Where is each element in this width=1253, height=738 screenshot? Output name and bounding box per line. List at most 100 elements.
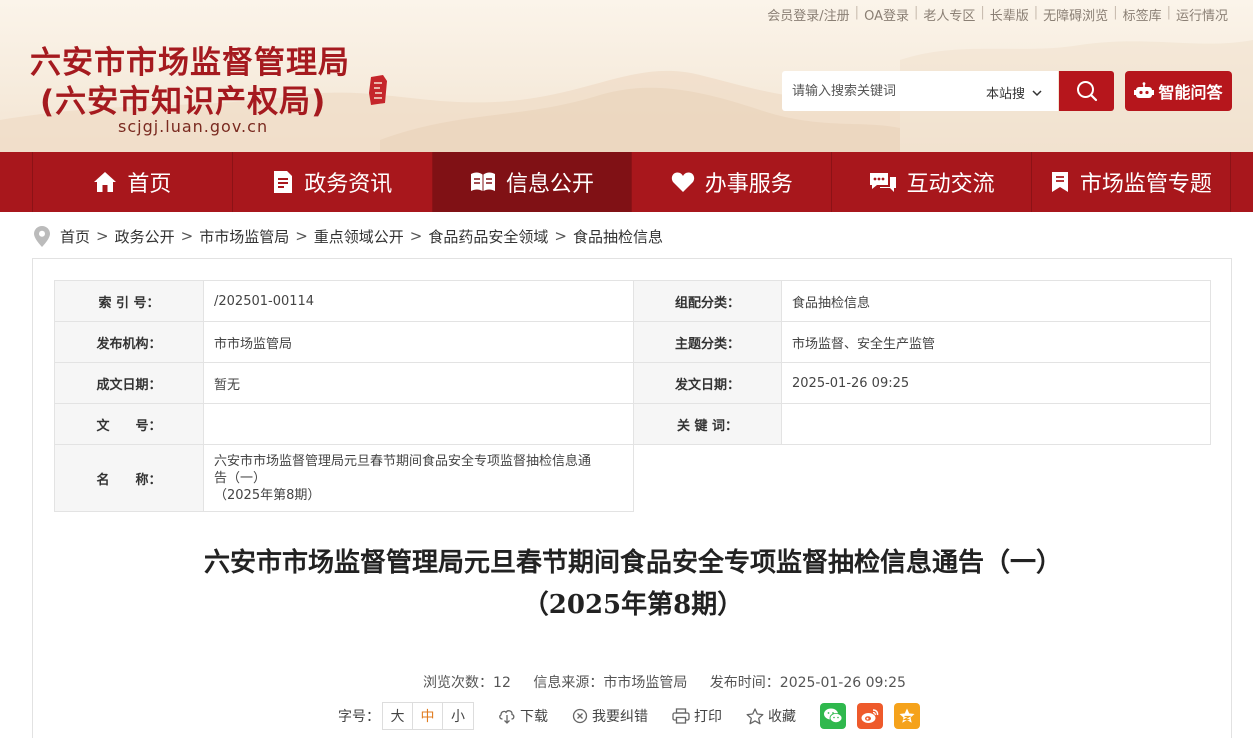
nav-item-interaction[interactable]: 互动交流 [831, 152, 1031, 212]
toplink-tags[interactable]: 标签库 [1118, 5, 1167, 24]
search-box: 本站搜 [782, 71, 1058, 111]
fontsize-group: 大 中 小 [382, 702, 474, 730]
share-buttons [820, 703, 931, 729]
main-nav: 首页 政务资讯 信息公开 办事服务 互动交流 市场监管专题 [0, 152, 1253, 212]
toplink-accessibility[interactable]: 无障碍浏览 [1038, 5, 1113, 24]
nav-label: 办事服务 [704, 172, 793, 197]
ai-qa-label: 智能问答 [1158, 83, 1223, 102]
breadcrumb-item[interactable]: 政务公开 [115, 226, 175, 247]
star-icon [746, 707, 764, 724]
breadcrumb-item[interactable]: 食品抽检信息 [573, 226, 663, 247]
nav-item-home[interactable]: 首页 [32, 152, 232, 212]
share-weibo-button[interactable] [857, 703, 883, 729]
share-qzone-button[interactable] [894, 703, 920, 729]
meta-pubdate-value: 2025-01-26 09:25 [781, 362, 1211, 404]
meta-label: 组配分类： [633, 280, 782, 322]
meta-index-value: /202501-00114 [203, 280, 634, 322]
nav-item-info-disclosure[interactable]: 信息公开 [431, 152, 632, 212]
correction-button[interactable]: 我要纠错 [572, 706, 648, 726]
breadcrumb-item[interactable]: 食品药品安全领域 [428, 226, 548, 247]
meta-docno-value [203, 403, 634, 445]
nav-label: 政务资讯 [304, 172, 393, 197]
publish-time: 发布时间：2025-01-26 09:25 [709, 675, 906, 691]
meta-date-value: 暂无 [203, 362, 634, 404]
toplink-elderly[interactable]: 老人专区 [918, 5, 980, 24]
book-icon [470, 172, 495, 191]
breadcrumb-item[interactable]: 市市场监管局 [199, 226, 289, 247]
meta-category-value: 食品抽检信息 [781, 280, 1211, 322]
meta-name-value: 六安市市场监督管理局元旦春节期间食品安全专项监督抽检信息通 告（一） （2025… [203, 444, 634, 512]
download-icon [499, 710, 515, 724]
meta-org-value: 市市场监管局 [203, 321, 634, 363]
meta-name-line: 六安市市场监督管理局元旦春节期间食品安全专项监督抽检信息通 [214, 453, 592, 469]
content-panel: 索 引 号： /202501-00114 组配分类： 食品抽检信息 发布机构： … [32, 258, 1232, 738]
favorite-button[interactable]: 收藏 [746, 706, 796, 726]
meta-label: 主题分类： [633, 321, 782, 363]
correction-label: 我要纠错 [592, 709, 648, 725]
meta-name-line: （2025年第8期） [214, 487, 321, 503]
info-source: 信息来源：市市场监管局 [533, 675, 688, 691]
article-tools: 字号： 大 中 小 下载 我要纠错 打印 收藏 [338, 702, 931, 730]
print-label: 打印 [694, 709, 722, 725]
meta-label: 发文日期： [633, 362, 782, 404]
home-icon [94, 172, 117, 192]
article-title-line: 六安市市场监督管理局元旦春节期间食品安全专项监督抽检信息通告（一） [203, 548, 1062, 578]
nav-label: 市场监管专题 [1079, 172, 1212, 197]
seal-icon [369, 75, 387, 105]
ai-qa-button[interactable]: 智能问答 [1125, 71, 1232, 111]
article-title: 六安市市场监督管理局元旦春节期间食品安全专项监督抽检信息通告（一） （2025年… [33, 542, 1233, 626]
meta-name-line: 告（一） [214, 470, 267, 486]
favorite-label: 收藏 [768, 709, 796, 725]
breadcrumb-item[interactable]: 首页 [60, 226, 90, 247]
search-icon [1076, 81, 1097, 102]
meta-label: 文 号： [54, 403, 204, 445]
search-button[interactable] [1059, 71, 1114, 111]
meta-label: 名 称： [54, 444, 204, 512]
meta-keywords-value [781, 403, 1211, 445]
qzone-star-icon [899, 708, 915, 723]
printer-icon [672, 708, 690, 724]
site-domain: scjgj.luan.gov.cn [118, 117, 269, 136]
nav-label: 信息公开 [505, 172, 594, 197]
error-circle-icon [572, 708, 588, 724]
document-icon [274, 171, 293, 193]
weibo-icon [861, 709, 879, 723]
meta-label: 发布机构： [54, 321, 204, 363]
chat-icon [869, 173, 896, 192]
heart-icon [671, 172, 694, 192]
search-scope-label: 本站搜 [986, 87, 1026, 102]
toplink-oa[interactable]: OA登录 [859, 5, 914, 24]
breadcrumb: 首页 > 政务公开 > 市市场监管局 > 重点领域公开 > 食品药品安全领域 > 食品抽检… [34, 224, 663, 248]
toplink-login[interactable]: 会员登录/注册 [762, 5, 854, 24]
view-count: 浏览次数：12 [423, 675, 511, 691]
wechat-icon [824, 708, 843, 723]
nav-item-market-topics[interactable]: 市场监管专题 [1030, 152, 1231, 212]
fontsize-label: 字号： [338, 709, 380, 725]
font-large-button[interactable]: 大 [383, 703, 413, 729]
bookmark-icon [1051, 172, 1068, 192]
download-button[interactable]: 下载 [498, 706, 548, 726]
font-small-button[interactable]: 小 [443, 703, 473, 729]
share-wechat-button[interactable] [820, 703, 846, 729]
meta-empty-cell [633, 444, 1211, 512]
print-button[interactable]: 打印 [672, 706, 722, 726]
top-links: 会员登录/注册 | OA登录 | 老人专区 | 长辈版 | 无障碍浏览 | 标签库 | 运行… [762, 5, 1233, 24]
download-label: 下载 [520, 709, 548, 725]
breadcrumb-item[interactable]: 重点领域公开 [314, 226, 404, 247]
toplink-status[interactable]: 运行情况 [1171, 5, 1233, 24]
location-pin-icon [34, 225, 50, 247]
font-medium-button[interactable]: 中 [413, 703, 443, 729]
search-scope-select[interactable]: 本站搜 [986, 83, 1043, 102]
metadata-table: 索 引 号： /202501-00114 组配分类： 食品抽检信息 发布机构： … [54, 280, 1211, 512]
nav-item-services[interactable]: 办事服务 [631, 152, 831, 212]
site-subtitle[interactable]: (六安市知识产权局) [40, 76, 326, 121]
meta-topic-value: 市场监督、安全生产监管 [781, 321, 1211, 363]
nav-item-news[interactable]: 政务资讯 [231, 152, 432, 212]
site-header: 会员登录/注册 | OA登录 | 老人专区 | 长辈版 | 无障碍浏览 | 标签库 | 运行… [0, 0, 1253, 152]
robot-icon [1134, 82, 1155, 98]
nav-label: 互动交流 [906, 172, 995, 197]
toplink-senior-version[interactable]: 长辈版 [985, 5, 1034, 24]
search-input[interactable] [782, 71, 978, 111]
nav-label: 首页 [127, 172, 172, 197]
article-title-line: （2025年第8期） [522, 590, 744, 620]
